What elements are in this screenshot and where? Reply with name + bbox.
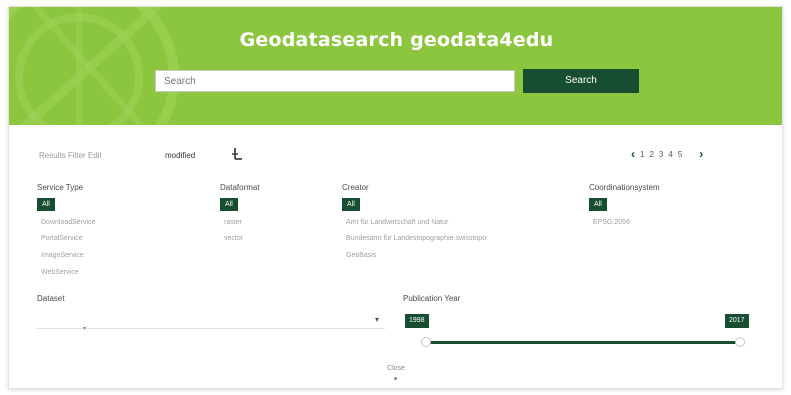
filter-option[interactable]: EPSG:2056 [593, 219, 630, 226]
filter-option[interactable]: Bundesamt für Landestopographie swisstop… [346, 235, 486, 242]
filter-option[interactable]: vector [224, 235, 243, 242]
filter-option[interactable]: DownloadService [41, 219, 95, 226]
sort-order-icon[interactable] [231, 147, 243, 161]
page-link[interactable]: 1 [640, 150, 644, 159]
page-link[interactable]: 3 [659, 150, 663, 159]
year-range-end-handle[interactable] [735, 337, 745, 347]
next-page-icon[interactable]: › [699, 148, 703, 160]
filter-coordinate-system-all[interactable]: All [589, 198, 607, 211]
dataset-select[interactable]: ▾ ▾ [37, 313, 385, 332]
geodata-search-page: Geodatasearch geodata4edu Search Results… [8, 6, 783, 389]
filter-option[interactable]: raster [224, 219, 242, 226]
globe-decoration-icon [9, 7, 179, 125]
publication-year-title: Publication Year [403, 294, 461, 303]
filter-coordinate-system-title: Coordinationsystem [589, 183, 660, 192]
filter-option[interactable]: WebService [41, 269, 79, 276]
filter-dataformat-all[interactable]: All [220, 198, 238, 211]
results-label: Results Filter Edit [39, 151, 102, 160]
year-min-badge: 1998 [405, 314, 429, 328]
filter-dataformat-title: Dataformat [220, 183, 260, 192]
year-range-start-handle[interactable] [421, 337, 431, 347]
page-link[interactable]: 2 [649, 150, 653, 159]
collapse-indicator-icon [394, 377, 397, 380]
year-max-badge: 2017 [725, 314, 749, 328]
page-title: Geodatasearch geodata4edu [239, 29, 554, 51]
chevron-down-icon: ▾ [83, 326, 87, 332]
page-link[interactable]: 5 [678, 150, 682, 159]
pagination: ‹ 1 2 3 4 5 › [631, 148, 703, 160]
filter-creator-all[interactable]: All [342, 198, 360, 211]
close-filters-link[interactable]: Close [383, 365, 409, 372]
sort-select[interactable]: modified [165, 151, 195, 160]
filter-option[interactable]: GeoBasis [346, 252, 376, 259]
filter-creator-title: Creator [342, 183, 369, 192]
filter-option[interactable]: PortalService [41, 235, 83, 242]
search-button[interactable]: Search [523, 69, 639, 93]
year-range-track[interactable] [427, 341, 741, 344]
search-input[interactable] [155, 70, 515, 92]
chevron-down-icon: ▾ [374, 315, 379, 324]
prev-page-icon[interactable]: ‹ [631, 148, 635, 160]
header-banner: Geodatasearch geodata4edu Search [9, 7, 782, 125]
dataset-title: Dataset [37, 294, 65, 303]
filter-service-type-title: Service Type [37, 183, 84, 192]
results-toolbar: Results Filter Edit modified ‹ 1 2 3 4 5… [9, 147, 782, 163]
filter-service-type-all[interactable]: All [37, 198, 55, 211]
filter-option[interactable]: ImageService [41, 252, 84, 259]
filter-option[interactable]: Amt für Landwirtschaft und Natur [346, 219, 448, 226]
page-link[interactable]: 4 [668, 150, 672, 159]
